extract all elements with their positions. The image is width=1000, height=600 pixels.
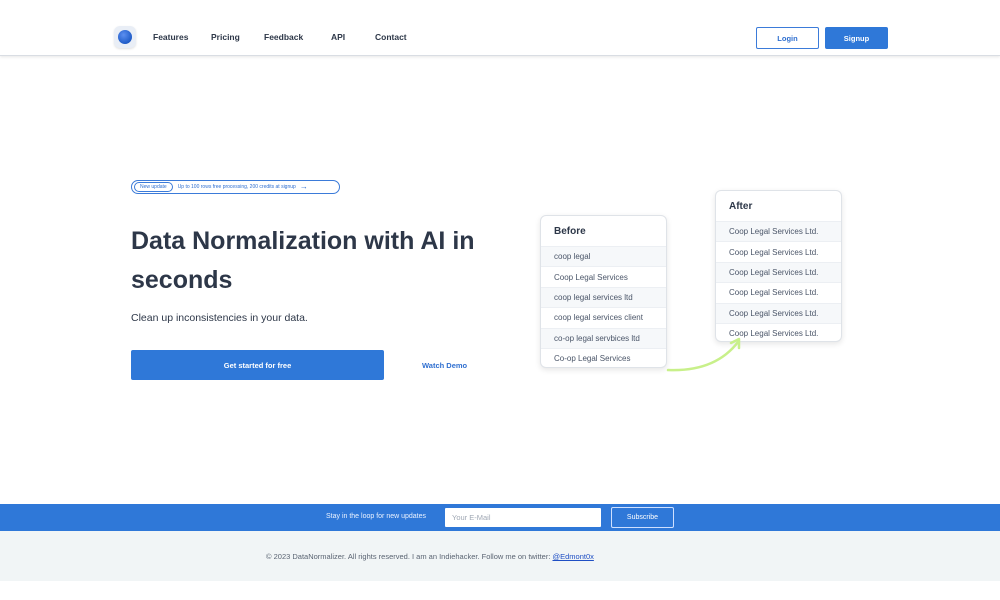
- before-row: coop legal services client: [541, 307, 666, 327]
- watch-demo-link[interactable]: Watch Demo: [422, 361, 467, 370]
- newsletter-bar: Stay in the loop for new updates Subscri…: [0, 504, 1000, 531]
- after-row: Coop Legal Services Ltd.: [716, 261, 841, 283]
- update-text: Up to 100 rows free processing, 200 cred…: [177, 184, 296, 190]
- before-row: co-op legal servbices ltd: [541, 327, 666, 348]
- nav-link-features[interactable]: Features: [153, 32, 188, 42]
- after-card-title: After: [729, 200, 753, 212]
- after-row: Coop Legal Services Ltd.: [716, 221, 841, 242]
- before-card: Before coop legal Coop Legal Services co…: [540, 215, 667, 368]
- after-row: Coop Legal Services Ltd.: [716, 241, 841, 261]
- nav-link-pricing[interactable]: Pricing: [211, 32, 240, 42]
- get-started-button[interactable]: Get started for free: [131, 350, 384, 380]
- before-row: Co-op Legal Services: [541, 347, 666, 367]
- before-row: Coop Legal Services: [541, 266, 666, 286]
- footer: © 2023 DataNormalizer. All rights reserv…: [0, 531, 1000, 581]
- new-update-badge: New update: [134, 182, 173, 192]
- after-row: Coop Legal Services Ltd.: [716, 282, 841, 302]
- subscribe-button[interactable]: Subscribe: [611, 507, 674, 528]
- login-button[interactable]: Login: [756, 27, 819, 49]
- footer-text: © 2023 DataNormalizer. All rights reserv…: [266, 552, 594, 561]
- before-row: coop legal services ltd: [541, 286, 666, 308]
- newsletter-text: Stay in the loop for new updates: [326, 513, 427, 520]
- nav-link-contact[interactable]: Contact: [375, 32, 407, 42]
- logo-icon[interactable]: [114, 26, 136, 48]
- nav-link-feedback[interactable]: Feedback: [264, 32, 303, 42]
- signup-button[interactable]: Signup: [825, 27, 888, 49]
- arrow-right-icon: →: [299, 182, 308, 191]
- nav-link-api[interactable]: API: [331, 32, 345, 42]
- after-row: Coop Legal Services Ltd.: [716, 302, 841, 323]
- hero-subtitle: Clean up inconsistencies in your data.: [131, 312, 308, 324]
- email-input[interactable]: [445, 508, 601, 527]
- top-nav: Features Pricing Feedback API Contact Lo…: [0, 0, 1000, 56]
- logo-orb: [118, 30, 132, 44]
- before-row: coop legal: [541, 246, 666, 267]
- update-pill[interactable]: New update Up to 100 rows free processin…: [131, 180, 340, 194]
- footer-copyright: © 2023 DataNormalizer. All rights reserv…: [266, 552, 553, 561]
- after-card: After Coop Legal Services Ltd. Coop Lega…: [715, 190, 842, 342]
- before-card-title: Before: [554, 225, 586, 237]
- hero-title: Data Normalization with AI in seconds: [131, 227, 475, 294]
- curved-arrow-icon: [666, 337, 741, 372]
- twitter-link[interactable]: @Edmont0x: [552, 552, 593, 561]
